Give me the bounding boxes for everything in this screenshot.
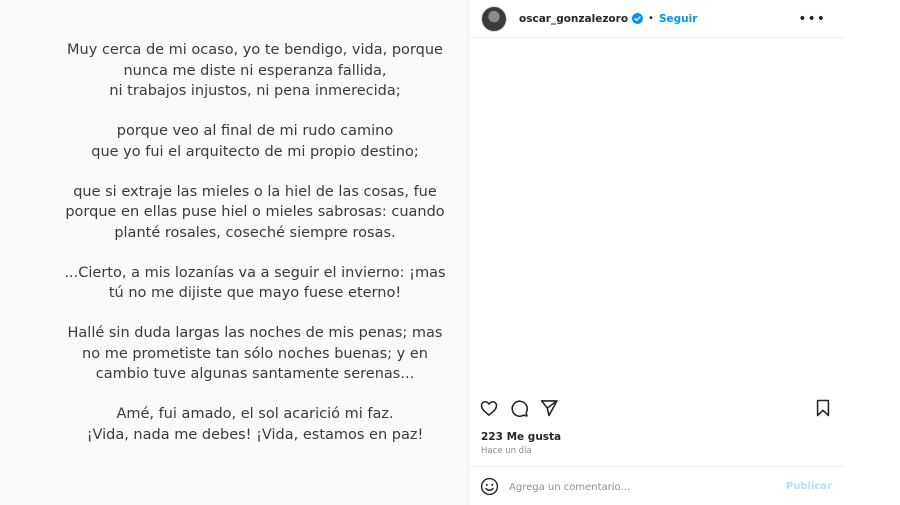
poem-line: tú no me dijiste que mayo fuese eterno! xyxy=(108,285,402,301)
avatar[interactable] xyxy=(481,5,507,32)
poem-line: ...Cierto, a mis lozanías va a seguir el… xyxy=(64,264,446,281)
poem-stanza: Amé, fui amado, el sol acarició mi faz. ¡… xyxy=(40,404,470,445)
poem-line: ni trabajos injustos, ni pena inmerecida… xyxy=(109,83,401,99)
username[interactable]: oscar_gonzalezoro xyxy=(519,13,628,25)
heart-icon[interactable] xyxy=(479,398,499,418)
poem-stanza: que si extraje las mieles o la hiel de l… xyxy=(40,182,470,244)
comment-input[interactable] xyxy=(509,478,779,496)
poem-line: no me prometiste tan sólo noches buenas;… xyxy=(82,345,428,362)
poem-text: Muy cerca de mi ocaso, yo te bendigo, vi… xyxy=(40,40,470,465)
likes-count[interactable]: 223 Me gusta xyxy=(481,431,561,443)
poem-line: planté rosales, coseché siempre rosas. xyxy=(114,224,396,241)
comments-area xyxy=(474,40,840,396)
post-image: Muy cerca de mi ocaso, yo te bendigo, vi… xyxy=(0,0,468,505)
comment-bar: Publicar xyxy=(469,466,844,505)
poem-line: Hallé sin duda largas las noches de mis … xyxy=(67,325,443,341)
bookmark-icon[interactable] xyxy=(813,398,833,418)
publish-button[interactable]: Publicar xyxy=(786,481,832,492)
post-sidebar: oscar_gonzalezoro • Seguir ••• 223 Me gu… xyxy=(468,0,844,505)
poem-line: nunca me diste ni esperanza fallida, xyxy=(123,62,387,79)
poem-line: cambio tuve algunas santamente serenas..… xyxy=(95,366,415,382)
verified-badge-icon xyxy=(632,13,644,24)
poem-line: Amé, fui amado, el sol acarició mi faz. xyxy=(116,406,394,422)
poem-stanza: Hallé sin duda largas las noches de mis … xyxy=(40,323,470,385)
emoji-icon[interactable] xyxy=(480,477,499,496)
poem-stanza: Muy cerca de mi ocaso, yo te bendigo, vi… xyxy=(40,40,470,102)
comment-icon[interactable] xyxy=(509,398,529,418)
poem-line: porque en ellas puse hiel o mieles sabro… xyxy=(65,204,445,220)
poem-line: ¡Vida, nada me debes! ¡Vida, estamos en … xyxy=(86,426,424,443)
poem-line: que si extraje las mieles o la hiel de l… xyxy=(73,183,437,200)
poem-line: porque veo al final de mi rudo camino xyxy=(116,123,394,139)
action-bar xyxy=(479,398,834,420)
post-header: oscar_gonzalezoro • Seguir ••• xyxy=(469,0,844,38)
follow-button[interactable]: Seguir xyxy=(659,13,697,25)
poem-line: que yo fui el arquitecto de mi propio de… xyxy=(91,143,419,160)
more-options-icon[interactable]: ••• xyxy=(798,11,826,27)
poem-stanza: ...Cierto, a mis lozanías va a seguir el… xyxy=(40,263,470,304)
poem-stanza: porque veo al final de mi rudo camino que… xyxy=(40,121,470,162)
separator-dot: • xyxy=(648,13,654,24)
post-time[interactable]: Hace un día xyxy=(481,446,532,456)
share-icon[interactable] xyxy=(539,398,559,418)
poem-line: Muy cerca de mi ocaso, yo te bendigo, vi… xyxy=(67,42,443,58)
